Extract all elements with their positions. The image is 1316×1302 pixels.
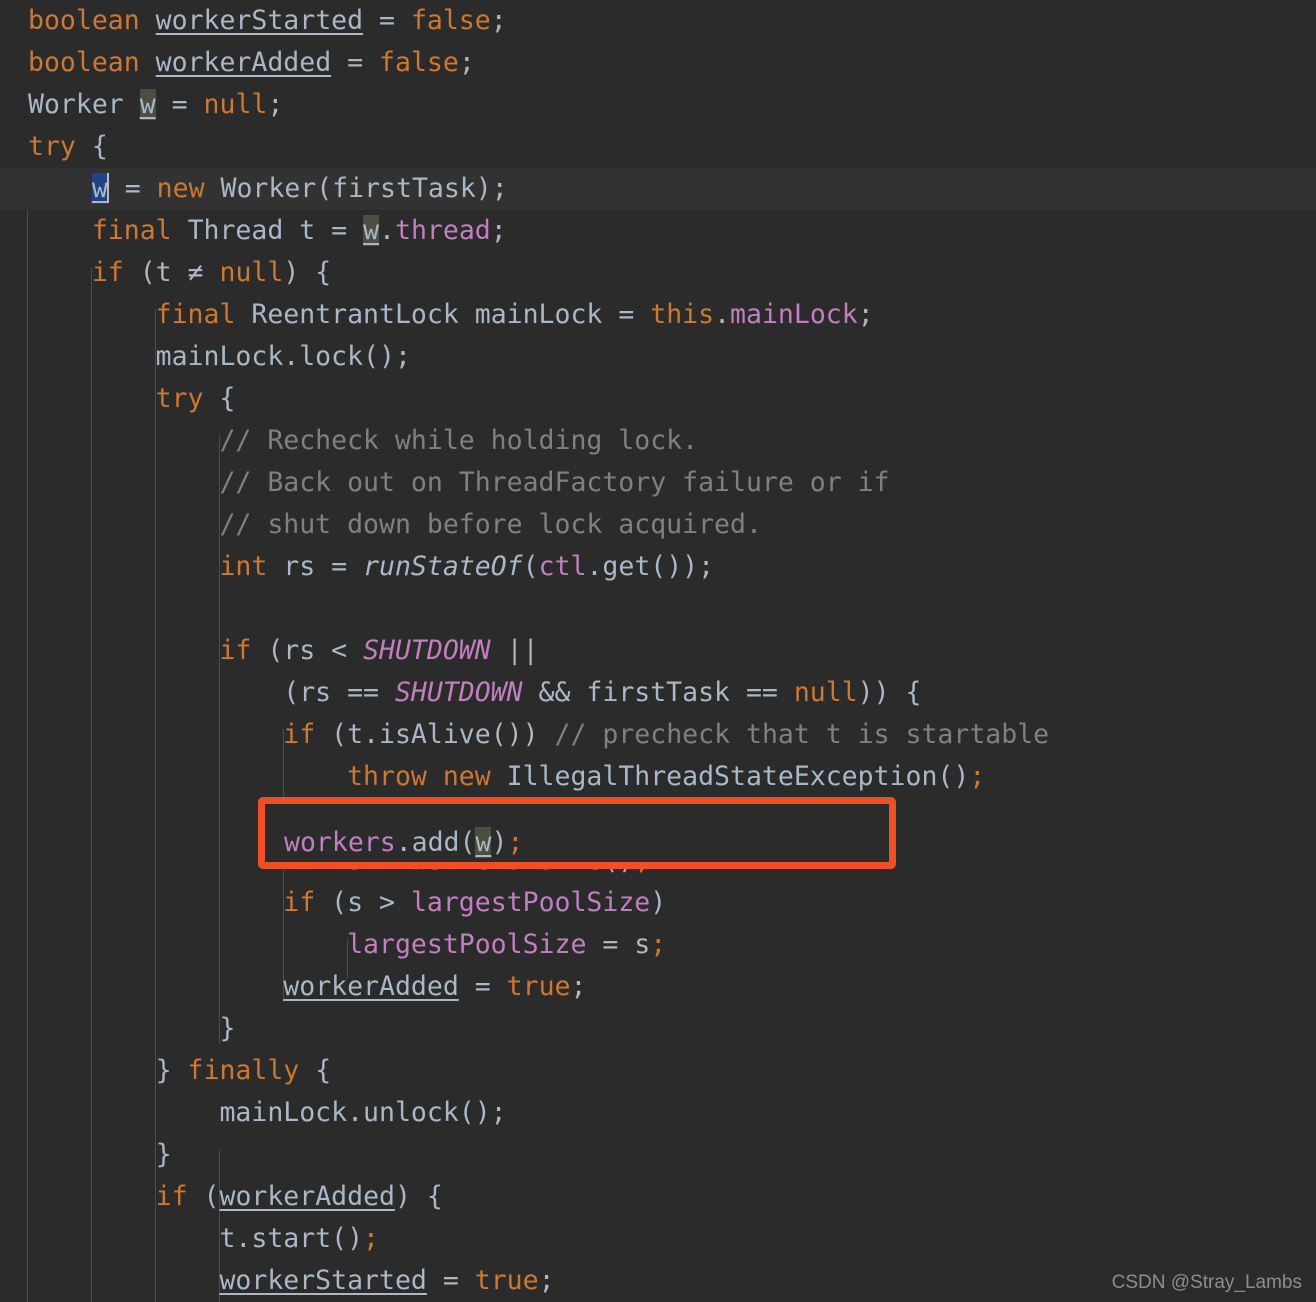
token-keyword: null xyxy=(219,257,284,288)
token-static-method: runStateOf xyxy=(363,551,523,582)
token-local-variable: workerAdded xyxy=(219,1181,395,1212)
token-keyword: throw new xyxy=(347,761,491,792)
token-keyword: false xyxy=(379,47,459,78)
token-keyword: try xyxy=(155,383,204,414)
token-field: mainLock xyxy=(730,299,858,330)
token-local-variable: workerStarted xyxy=(155,5,364,36)
token-keyword: boolean xyxy=(28,47,140,78)
annotation-target-line: workers.add(w); xyxy=(284,827,524,858)
code-line[interactable]: workerAdded = true; xyxy=(0,966,1316,1008)
code-line[interactable]: } finally { xyxy=(0,1050,1316,1092)
token-keyword: null xyxy=(793,677,858,708)
token-keyword: int xyxy=(219,551,268,582)
code-line[interactable]: if (workerAdded) { xyxy=(0,1176,1316,1218)
token-local-variable: w xyxy=(475,827,492,858)
token-field: ctl xyxy=(538,551,587,582)
code-line[interactable]: } xyxy=(0,1008,1316,1050)
code-line[interactable]: throw new IllegalThreadStateException(); xyxy=(0,756,1316,798)
code-line[interactable]: if (rs < SHUTDOWN || xyxy=(0,630,1316,672)
token-local-variable: w xyxy=(363,215,380,246)
code-line[interactable]: try { xyxy=(0,378,1316,420)
token-keyword: if xyxy=(283,719,316,750)
token-keyword: new xyxy=(156,173,205,204)
token-static-field: SHUTDOWN xyxy=(363,635,491,666)
code-line[interactable]: if (t ≠ null) { xyxy=(0,252,1316,294)
code-line[interactable]: int rs = runStateOf(ctl.get()); xyxy=(0,546,1316,588)
token-keyword: true xyxy=(506,971,571,1002)
code-editor-viewport[interactable]: boolean workerStarted = false; boolean w… xyxy=(0,0,1316,1302)
code-line[interactable]: boolean workerAdded = false; xyxy=(0,42,1316,84)
token-keyword: finally xyxy=(187,1055,300,1086)
token-keyword: final xyxy=(155,299,236,330)
code-line[interactable]: } xyxy=(0,1134,1316,1176)
token-static-field: SHUTDOWN xyxy=(394,677,523,708)
code-line[interactable]: // Recheck while holding lock. xyxy=(0,420,1316,462)
token-keyword: this xyxy=(650,299,715,330)
token-selection: w xyxy=(91,173,108,204)
code-line[interactable]: // shut down before lock acquired. xyxy=(0,504,1316,546)
token-keyword: final xyxy=(91,215,172,246)
token-keyword: if xyxy=(283,887,316,918)
code-line[interactable] xyxy=(0,588,1316,630)
token-keyword: null xyxy=(203,89,268,120)
token-field: workers xyxy=(284,827,396,858)
code-line[interactable]: largestPoolSize = s; xyxy=(0,924,1316,966)
code-line[interactable]: mainLock.unlock(); xyxy=(0,1092,1316,1134)
code-line[interactable]: (rs == SHUTDOWN && firstTask == null)) { xyxy=(0,672,1316,714)
code-line[interactable]: t.start(); xyxy=(0,1218,1316,1260)
token-keyword: boolean xyxy=(28,5,140,36)
token-field: largestPoolSize xyxy=(410,887,651,918)
token-keyword: false xyxy=(410,5,491,36)
token-keyword: if xyxy=(155,1181,188,1212)
token-keyword: try xyxy=(28,131,76,162)
code-line[interactable]: if (t.isAlive()) // precheck that t is s… xyxy=(0,714,1316,756)
code-line[interactable]: // Back out on ThreadFactory failure or … xyxy=(0,462,1316,504)
code-line[interactable]: final ReentrantLock mainLock = this.main… xyxy=(0,294,1316,336)
code-lines: boolean workerStarted = false; boolean w… xyxy=(0,0,1316,1302)
code-line[interactable]: Worker w = null; xyxy=(0,84,1316,126)
code-line[interactable]: try { xyxy=(0,126,1316,168)
token-local-variable: workerAdded xyxy=(283,971,459,1002)
token-field: largestPoolSize xyxy=(347,929,587,960)
token-keyword: true xyxy=(474,1265,539,1296)
watermark-text: CSDN @Stray_Lambs xyxy=(1111,1272,1302,1293)
token-comment: // Recheck while holding lock. xyxy=(219,425,699,456)
token-keyword: if xyxy=(219,635,252,666)
code-line-current[interactable]: w = new Worker(firstTask); xyxy=(0,168,1316,210)
token-local-variable: w xyxy=(139,89,156,120)
code-line[interactable]: mainLock.lock(); xyxy=(0,336,1316,378)
token-field: thread xyxy=(395,215,491,246)
code-line[interactable]: final Thread t = w.thread; xyxy=(0,210,1316,252)
annotation-rectangle: workers.add(w); xyxy=(258,797,896,869)
code-line[interactable]: if (s > largestPoolSize) xyxy=(0,882,1316,924)
token-local-variable: workerAdded xyxy=(155,47,332,78)
token-local-variable: workerStarted xyxy=(219,1265,427,1296)
token-comment: // Back out on ThreadFactory failure or … xyxy=(219,467,890,498)
token-keyword: if xyxy=(91,257,124,288)
token-comment: // shut down before lock acquired. xyxy=(219,509,762,540)
code-line[interactable]: boolean workerStarted = false; xyxy=(0,0,1316,42)
token-comment: // precheck that t is startable xyxy=(554,719,1050,750)
